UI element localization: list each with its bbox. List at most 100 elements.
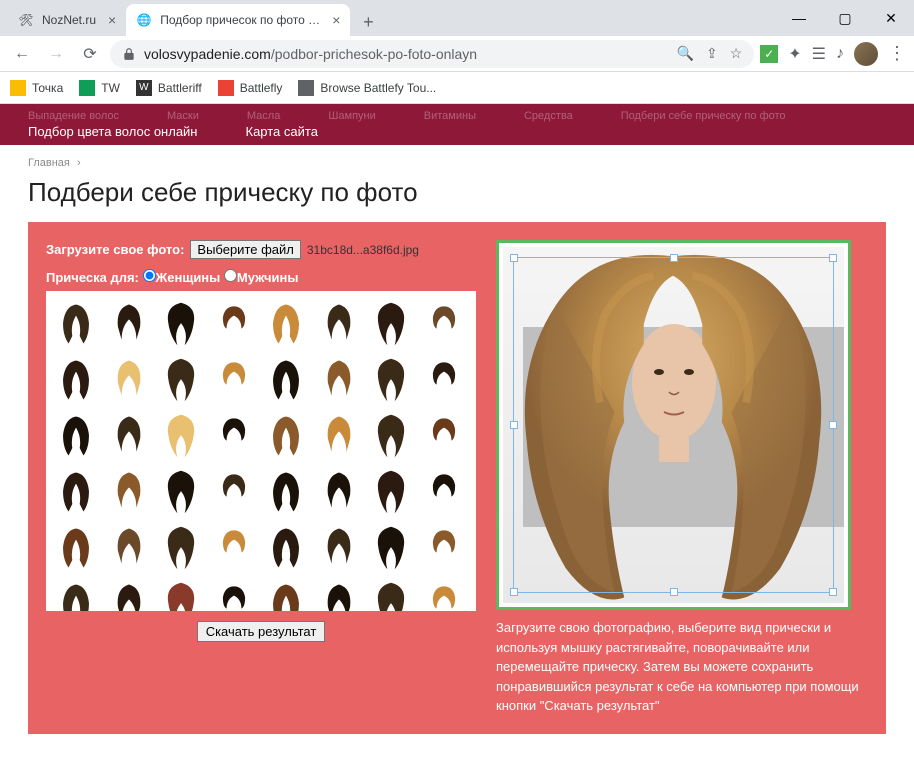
hairstyle-thumbnail[interactable]: [105, 297, 153, 351]
hairstyle-thumbnail[interactable]: [262, 297, 310, 351]
breadcrumb-home[interactable]: Главная: [28, 157, 70, 169]
hairstyle-thumbnail[interactable]: [262, 353, 310, 407]
choose-file-button[interactable]: Выберите файл: [190, 240, 300, 259]
resize-handle[interactable]: [829, 588, 837, 596]
minimize-button[interactable]: —: [776, 0, 822, 36]
hairstyle-thumbnail[interactable]: [157, 353, 205, 407]
tab-title: Подбор причесок по фото онла: [160, 13, 320, 27]
hairstyle-thumbnail[interactable]: [315, 577, 363, 611]
hairstyle-thumbnail[interactable]: [157, 577, 205, 611]
hairstyle-thumbnail[interactable]: [262, 465, 310, 519]
hairstyle-thumbnail[interactable]: [420, 297, 468, 351]
nav-link[interactable]: Маски: [167, 110, 199, 122]
bookmark-battlefly[interactable]: Battlefly: [218, 80, 283, 96]
hairstyle-thumbnail[interactable]: [210, 465, 258, 519]
resize-handle[interactable]: [510, 421, 518, 429]
maximize-button[interactable]: ▢: [822, 0, 868, 36]
hairstyle-thumbnail[interactable]: [367, 465, 415, 519]
preview-box[interactable]: [496, 240, 851, 610]
hairstyle-thumbnail[interactable]: [315, 521, 363, 575]
extension-list-icon[interactable]: ☰: [812, 44, 826, 64]
hairstyle-thumbnail[interactable]: [52, 353, 100, 407]
hairstyle-thumbnail[interactable]: [420, 353, 468, 407]
resize-handle[interactable]: [829, 421, 837, 429]
close-window-button[interactable]: ✕: [868, 0, 914, 36]
hairstyle-thumbnail[interactable]: [420, 465, 468, 519]
nav-link[interactable]: Подбор цвета волос онлайн: [28, 124, 198, 139]
hairstyle-thumbnail[interactable]: [157, 465, 205, 519]
hairstyle-thumbnail[interactable]: [105, 521, 153, 575]
nav-link[interactable]: Выпадение волос: [28, 110, 119, 122]
star-icon[interactable]: ☆: [730, 45, 743, 62]
hairstyle-thumbnail[interactable]: [367, 297, 415, 351]
hairstyle-thumbnail[interactable]: [210, 353, 258, 407]
selection-box[interactable]: [513, 257, 834, 593]
hairstyle-thumbnail[interactable]: [210, 577, 258, 611]
profile-avatar[interactable]: [854, 42, 878, 66]
download-result-button[interactable]: Скачать результат: [197, 621, 326, 642]
hairstyle-thumbnail[interactable]: [315, 297, 363, 351]
hairstyle-grid[interactable]: [46, 291, 476, 611]
hairstyle-thumbnail[interactable]: [262, 521, 310, 575]
bookmark-tw[interactable]: TW: [79, 80, 120, 96]
reload-button[interactable]: ⟳: [76, 40, 104, 68]
extension-check-icon[interactable]: ✓: [760, 45, 778, 63]
nav-link[interactable]: Масла: [247, 110, 280, 122]
radio-men[interactable]: [224, 269, 237, 282]
hairstyle-thumbnail[interactable]: [52, 409, 100, 463]
close-icon[interactable]: ×: [108, 12, 116, 28]
search-icon[interactable]: 🔍: [677, 45, 694, 62]
hairstyle-thumbnail[interactable]: [367, 353, 415, 407]
hairstyle-thumbnail[interactable]: [210, 521, 258, 575]
tab-hairstyle[interactable]: 🌐 Подбор причесок по фото онла ×: [126, 4, 350, 36]
hairstyle-thumbnail[interactable]: [262, 409, 310, 463]
hairstyle-thumbnail[interactable]: [157, 297, 205, 351]
nav-link[interactable]: Карта сайта: [246, 124, 318, 139]
hairstyle-thumbnail[interactable]: [105, 409, 153, 463]
address-field[interactable]: volosvypadenie.com/podbor-prichesok-po-f…: [110, 40, 754, 68]
hairstyle-thumbnail[interactable]: [105, 353, 153, 407]
hairstyle-thumbnail[interactable]: [52, 297, 100, 351]
hairstyle-thumbnail[interactable]: [420, 577, 468, 611]
hairstyle-thumbnail[interactable]: [210, 297, 258, 351]
hairstyle-thumbnail[interactable]: [315, 409, 363, 463]
hairstyle-thumbnail[interactable]: [52, 577, 100, 611]
new-tab-button[interactable]: +: [354, 8, 382, 36]
bookmark-tochka[interactable]: Точка: [10, 80, 63, 96]
hairstyle-thumbnail[interactable]: [52, 465, 100, 519]
nav-link[interactable]: Шампуни: [328, 110, 375, 122]
hairstyle-thumbnail[interactable]: [52, 521, 100, 575]
tab-noznet[interactable]: 🛠 NozNet.ru ×: [8, 4, 126, 36]
resize-handle[interactable]: [670, 254, 678, 262]
bookmark-battleriff[interactable]: WBattleriff: [136, 80, 202, 96]
hairstyle-thumbnail[interactable]: [367, 577, 415, 611]
hairstyle-thumbnail[interactable]: [367, 521, 415, 575]
nav-link[interactable]: Подбери себе прическу по фото: [621, 110, 786, 122]
radio-women[interactable]: [143, 269, 156, 282]
hairstyle-thumbnail[interactable]: [105, 465, 153, 519]
resize-handle[interactable]: [510, 254, 518, 262]
hairstyle-thumbnail[interactable]: [157, 521, 205, 575]
back-button[interactable]: ←: [8, 40, 36, 68]
hairstyle-thumbnail[interactable]: [420, 409, 468, 463]
hairstyle-thumbnail[interactable]: [262, 577, 310, 611]
hairstyle-thumbnail[interactable]: [420, 521, 468, 575]
hairstyle-thumbnail[interactable]: [315, 353, 363, 407]
resize-handle[interactable]: [510, 588, 518, 596]
menu-button[interactable]: ⋮: [888, 43, 906, 64]
resize-handle[interactable]: [829, 254, 837, 262]
nav-link[interactable]: Средства: [524, 110, 573, 122]
share-icon[interactable]: ⇪: [706, 45, 718, 62]
bookmark-battlefy[interactable]: Browse Battlefy Tou...: [298, 80, 436, 96]
forward-button[interactable]: →: [42, 40, 70, 68]
hairstyle-thumbnail[interactable]: [105, 577, 153, 611]
hairstyle-thumbnail[interactable]: [315, 465, 363, 519]
close-icon[interactable]: ×: [332, 12, 340, 28]
hairstyle-thumbnail[interactable]: [367, 409, 415, 463]
hairstyle-thumbnail[interactable]: [210, 409, 258, 463]
nav-link[interactable]: Витамины: [424, 110, 476, 122]
extension-music-icon[interactable]: ♪: [836, 45, 844, 63]
extension-puzzle-icon[interactable]: ✦: [788, 44, 801, 64]
resize-handle[interactable]: [670, 588, 678, 596]
hairstyle-thumbnail[interactable]: [157, 409, 205, 463]
